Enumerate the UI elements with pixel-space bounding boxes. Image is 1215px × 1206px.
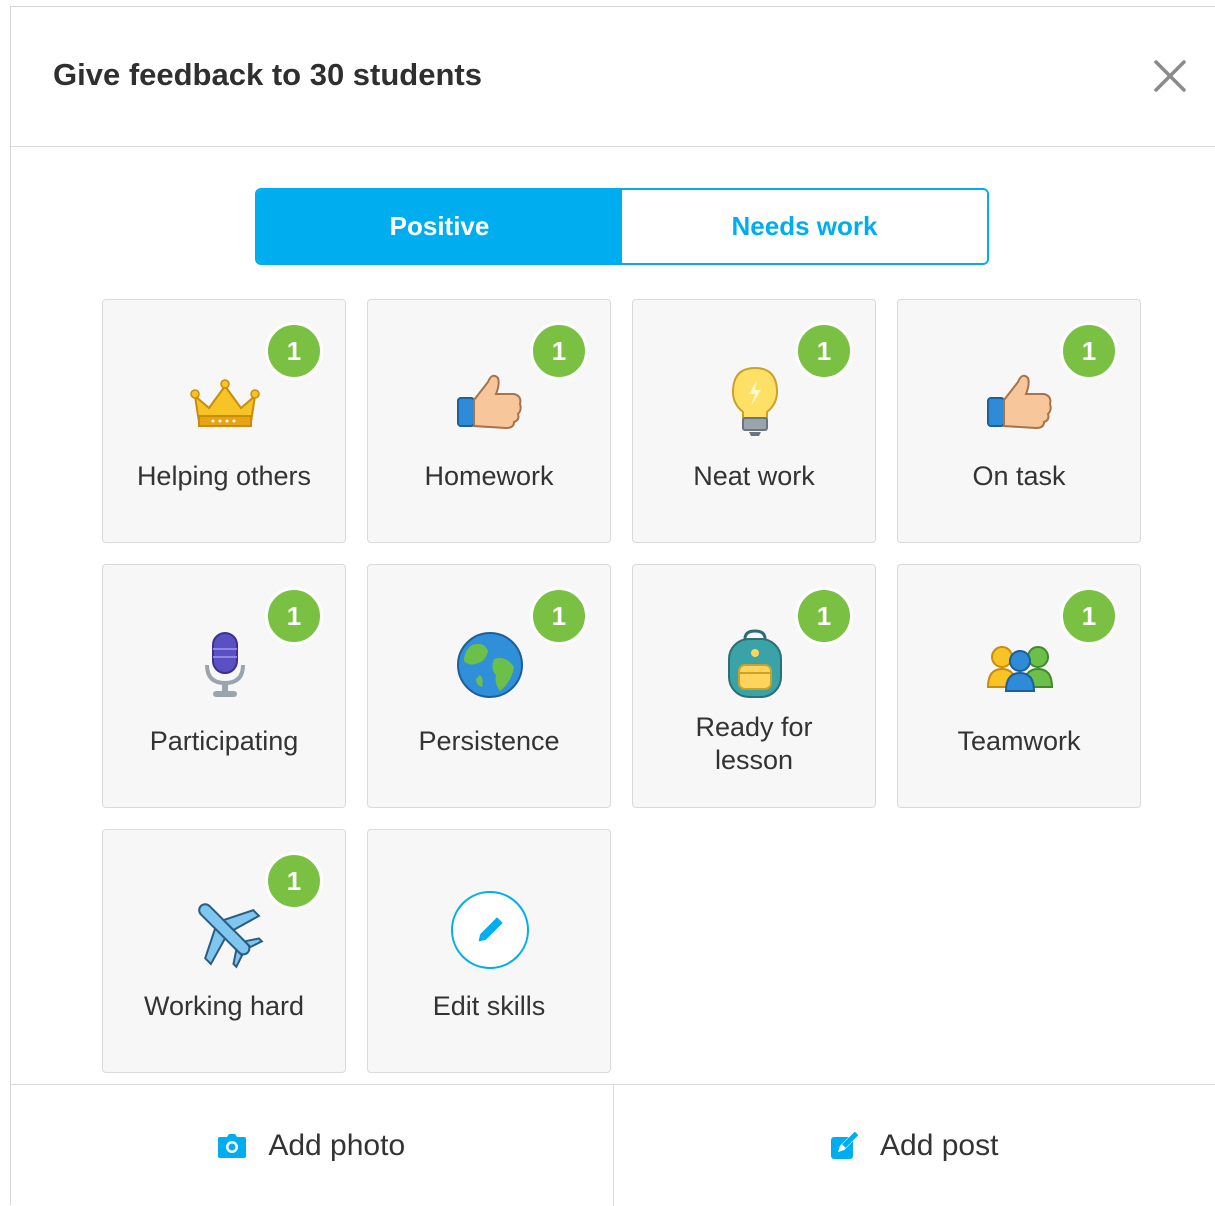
skill-label: Neat work — [633, 460, 875, 493]
skill-tile-persistence[interactable]: Persistence 1 — [367, 564, 611, 808]
skill-label: Ready for lesson — [633, 711, 875, 777]
skill-tile-ready-for-lesson[interactable]: Ready for lesson 1 — [632, 564, 876, 808]
lightbulb-icon — [715, 360, 795, 440]
skill-label: Helping others — [103, 460, 345, 493]
edit-post-icon — [830, 1132, 858, 1160]
skill-tile-neat-work[interactable]: Neat work 1 — [632, 299, 876, 543]
skill-label: Homework — [368, 460, 610, 493]
backpack-icon — [715, 625, 795, 705]
airplane-icon — [185, 890, 265, 970]
add-photo-label: Add photo — [268, 1129, 405, 1163]
count-badge: 1 — [1060, 587, 1118, 645]
close-icon[interactable] — [1151, 57, 1189, 95]
skill-tile-helping-others[interactable]: Helping others 1 — [102, 299, 346, 543]
skill-label: Participating — [103, 725, 345, 758]
thumbs-up-icon — [980, 360, 1060, 440]
skill-tile-participating[interactable]: Participating 1 — [102, 564, 346, 808]
skill-tile-teamwork[interactable]: Teamwork 1 — [897, 564, 1141, 808]
microphone-icon — [185, 625, 265, 705]
feedback-dialog: Give feedback to 30 students Positive Ne… — [10, 6, 1215, 1205]
skill-label: Working hard — [103, 990, 345, 1023]
pencil-icon — [450, 890, 530, 970]
thumbs-up-icon — [450, 360, 530, 440]
dialog-footer: Add photo Add post — [11, 1084, 1215, 1206]
edit-skills-label: Edit skills — [368, 990, 610, 1023]
skill-label: Persistence — [368, 725, 610, 758]
tab-positive[interactable]: Positive — [257, 190, 622, 263]
skill-label-text: Ready for lesson — [684, 711, 824, 777]
count-badge: 1 — [265, 587, 323, 645]
count-badge: 1 — [530, 587, 588, 645]
skill-label: On task — [898, 460, 1140, 493]
crown-icon — [185, 360, 265, 440]
camera-icon — [218, 1134, 246, 1158]
skill-tile-on-task[interactable]: On task 1 — [897, 299, 1141, 543]
skill-label: Teamwork — [898, 725, 1140, 758]
add-photo-button[interactable]: Add photo — [11, 1085, 613, 1206]
team-icon — [980, 625, 1060, 705]
count-badge: 1 — [265, 322, 323, 380]
count-badge: 1 — [530, 322, 588, 380]
dialog-header: Give feedback to 30 students — [11, 7, 1215, 147]
count-badge: 1 — [795, 587, 853, 645]
feedback-type-tabs: Positive Needs work — [255, 188, 989, 265]
dialog-title: Give feedback to 30 students — [53, 57, 482, 93]
edit-skills-tile[interactable]: Edit skills — [367, 829, 611, 1073]
skill-tile-homework[interactable]: Homework 1 — [367, 299, 611, 543]
count-badge: 1 — [1060, 322, 1118, 380]
globe-icon — [450, 625, 530, 705]
count-badge: 1 — [265, 852, 323, 910]
add-post-label: Add post — [880, 1129, 998, 1163]
skill-tile-working-hard[interactable]: Working hard 1 — [102, 829, 346, 1073]
tab-needs-work[interactable]: Needs work — [622, 190, 987, 263]
count-badge: 1 — [795, 322, 853, 380]
add-post-button[interactable]: Add post — [613, 1085, 1215, 1206]
